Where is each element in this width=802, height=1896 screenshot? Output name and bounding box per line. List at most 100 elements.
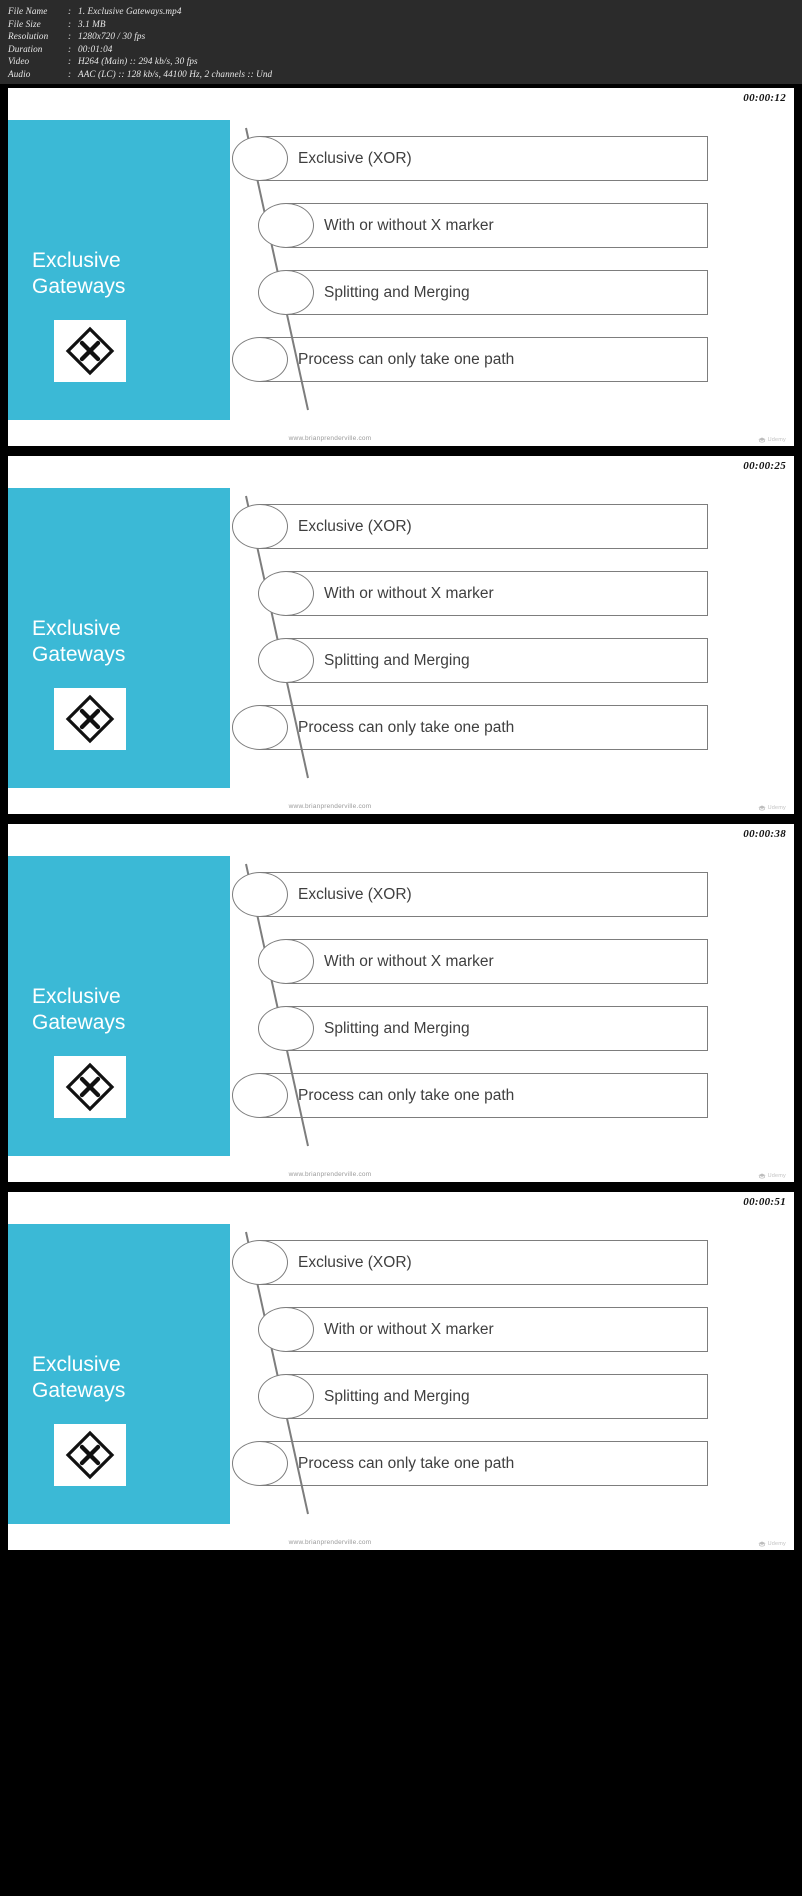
bullet-circle-icon <box>232 705 288 750</box>
presentation-slide: Exclusive Gateways Exclusive (XOR) With or … <box>8 110 794 446</box>
bullet-item: Splitting and Merging <box>258 1374 708 1419</box>
media-info-colon: : <box>68 43 72 54</box>
bullet-label: Exclusive (XOR) <box>298 518 412 535</box>
bullet-label: Process can only take one path <box>298 1455 515 1472</box>
bullet-item: Splitting and Merging <box>258 270 708 315</box>
bullet-circle-icon <box>258 1006 314 1051</box>
bullet-circle-icon <box>258 203 314 248</box>
media-info-row-file-name: File Name : 1. Exclusive Gateways.mp4 <box>8 6 802 19</box>
bullet-label: Splitting and Merging <box>324 1388 470 1405</box>
bullet-item: With or without X marker <box>258 571 708 616</box>
bullet-label: Exclusive (XOR) <box>298 150 412 167</box>
bullet-label: With or without X marker <box>324 953 494 970</box>
media-info-label: Duration <box>8 43 43 54</box>
media-info-label: Resolution <box>8 31 49 42</box>
bullet-item: Splitting and Merging <box>258 638 708 683</box>
bullet-list: Exclusive (XOR) With or without X marker S… <box>8 478 794 814</box>
bullet-label: With or without X marker <box>324 217 494 234</box>
slide-watermark: www.brianprenderville.com <box>288 803 372 810</box>
graduation-cap-icon <box>757 1173 766 1179</box>
brand-mark: Udemy <box>757 805 786 811</box>
media-info-colon: : <box>68 56 72 67</box>
media-info-value: H264 (Main) :: 294 kb/s, 30 fps <box>78 56 198 67</box>
media-info-label: File Size <box>8 18 41 29</box>
bullet-item: Exclusive (XOR) <box>232 872 708 917</box>
frame-thumbnail[interactable]: 00:00:51 Exclusive Gateways Exclusive (XOR)… <box>0 1188 802 1556</box>
media-info-colon: : <box>68 68 72 79</box>
media-info-row-file-size: File Size : 3.1 MB <box>8 19 802 32</box>
bullet-label: Splitting and Merging <box>324 1020 470 1037</box>
media-info-row-duration: Duration : 00:01:04 <box>8 44 802 57</box>
media-info-label: File Name <box>8 6 48 16</box>
bullet-circle-icon <box>258 1374 314 1419</box>
video-thumbnail-sheet: File Name : 1. Exclusive Gateways.mp4 Fi… <box>0 0 802 1896</box>
bullet-item: Splitting and Merging <box>258 1006 708 1051</box>
bullet-circle-icon <box>232 337 288 382</box>
media-info-value: 1. Exclusive Gateways.mp4 <box>78 6 182 16</box>
frame-timestamp: 00:00:12 <box>743 92 786 104</box>
brand-mark-label: Udemy <box>767 1541 786 1547</box>
frame-image[interactable]: 00:00:51 Exclusive Gateways Exclusive (XOR)… <box>8 1192 794 1550</box>
brand-mark: Udemy <box>757 1541 786 1547</box>
brand-mark: Udemy <box>757 437 786 443</box>
bullet-circle-icon <box>232 1441 288 1486</box>
bullet-circle-icon <box>232 872 288 917</box>
bullet-list: Exclusive (XOR) With or without X marker S… <box>8 110 794 446</box>
bullet-list: Exclusive (XOR) With or without X marker S… <box>8 846 794 1182</box>
media-info-label: Video <box>8 56 30 67</box>
frame-image[interactable]: 00:00:12 Exclusive Gateways Exclusive (XOR)… <box>8 88 794 446</box>
graduation-cap-icon <box>757 1541 766 1547</box>
presentation-slide: Exclusive Gateways Exclusive (XOR) With or … <box>8 1214 794 1550</box>
frame-thumbnail[interactable]: 00:00:38 Exclusive Gateways Exclusive (XOR)… <box>0 820 802 1188</box>
media-info-row-audio: Audio : AAC (LC) :: 128 kb/s, 44100 Hz, … <box>8 69 802 82</box>
bullet-circle-icon <box>258 571 314 616</box>
bullet-list: Exclusive (XOR) With or without X marker S… <box>8 1214 794 1550</box>
bullet-item: With or without X marker <box>258 203 708 248</box>
brand-mark-label: Udemy <box>767 1173 786 1179</box>
media-info-header: File Name : 1. Exclusive Gateways.mp4 Fi… <box>0 0 802 84</box>
presentation-slide: Exclusive Gateways Exclusive (XOR) With or … <box>8 846 794 1182</box>
bullet-circle-icon <box>232 1240 288 1285</box>
bullet-circle-icon <box>258 270 314 315</box>
media-info-value: 1280x720 / 30 fps <box>78 31 146 42</box>
media-info-colon: : <box>68 18 72 29</box>
bullet-item: Process can only take one path <box>232 1073 708 1118</box>
bullet-circle-icon <box>232 136 288 181</box>
frame-thumbnail[interactable]: 00:00:25 Exclusive Gateways Exclusive (XOR)… <box>0 452 802 820</box>
brand-mark-label: Udemy <box>767 437 786 443</box>
bullet-item: With or without X marker <box>258 939 708 984</box>
bullet-circle-icon <box>232 1073 288 1118</box>
frame-image[interactable]: 00:00:38 Exclusive Gateways Exclusive (XOR)… <box>8 824 794 1182</box>
bullet-label: Exclusive (XOR) <box>298 1254 412 1271</box>
bullet-label: Process can only take one path <box>298 719 515 736</box>
frame-thumbnail-list: 00:00:12 Exclusive Gateways Exclusive (XOR)… <box>0 84 802 1556</box>
bullet-circle-icon <box>258 1307 314 1352</box>
brand-mark-label: Udemy <box>767 805 786 811</box>
graduation-cap-icon <box>757 437 766 443</box>
media-info-colon: : <box>68 31 72 42</box>
bullet-label: Splitting and Merging <box>324 652 470 669</box>
frame-image[interactable]: 00:00:25 Exclusive Gateways Exclusive (XOR)… <box>8 456 794 814</box>
media-info-colon: : <box>68 6 72 16</box>
slide-watermark: www.brianprenderville.com <box>288 1539 372 1546</box>
bullet-label: Exclusive (XOR) <box>298 886 412 903</box>
bullet-item: Process can only take one path <box>232 705 708 750</box>
bullet-item: Process can only take one path <box>232 1441 708 1486</box>
presentation-slide: Exclusive Gateways Exclusive (XOR) With or … <box>8 478 794 814</box>
frame-timestamp: 00:00:51 <box>743 1196 786 1208</box>
graduation-cap-icon <box>757 805 766 811</box>
bullet-circle-icon <box>258 939 314 984</box>
bullet-item: With or without X marker <box>258 1307 708 1352</box>
frame-timestamp: 00:00:38 <box>743 828 786 840</box>
media-info-value: 3.1 MB <box>78 18 106 29</box>
frame-thumbnail[interactable]: 00:00:12 Exclusive Gateways Exclusive (XOR)… <box>0 84 802 452</box>
bullet-label: With or without X marker <box>324 585 494 602</box>
bullet-label: Splitting and Merging <box>324 284 470 301</box>
frame-timestamp: 00:00:25 <box>743 460 786 472</box>
bullet-circle-icon <box>232 504 288 549</box>
bullet-item: Exclusive (XOR) <box>232 504 708 549</box>
media-info-row-resolution: Resolution : 1280x720 / 30 fps <box>8 31 802 44</box>
bullet-label: With or without X marker <box>324 1321 494 1338</box>
bullet-circle-icon <box>258 638 314 683</box>
bullet-item: Exclusive (XOR) <box>232 1240 708 1285</box>
